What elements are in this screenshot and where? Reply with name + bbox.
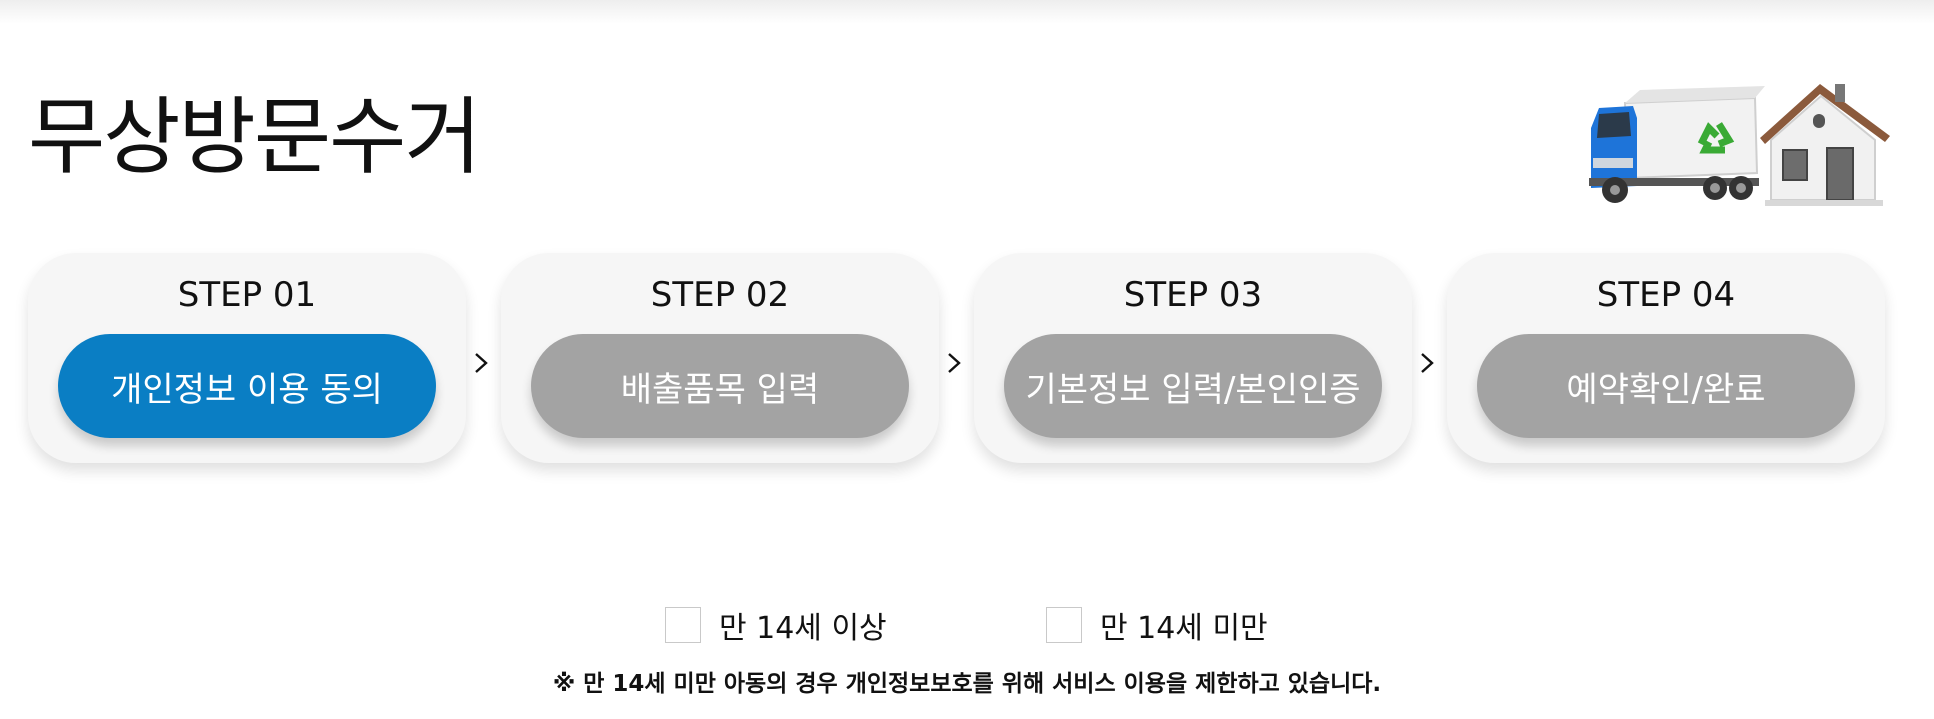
top-shadow-bar [0,0,1934,24]
step-card-01: STEP 01 개인정보 이용 동의 [28,253,466,463]
chevron-right-icon [948,353,961,373]
step-card-02: STEP 02 배출품목 입력 [501,253,939,463]
age-under-14-option[interactable]: 만 14세 미만 [1046,600,1268,650]
age-restriction-notice: ※ 만 14세 미만 아동의 경우 개인정보보호를 위해 서비스 이용을 제한하… [552,671,1382,697]
step-title: STEP 03 [1123,275,1263,315]
step-card-03: STEP 03 기본정보 입력/본인인증 [974,253,1412,463]
step-title: STEP 02 [650,275,790,315]
age-under-14-label[interactable]: 만 14세 미만 [1100,603,1268,647]
chevron-right-icon [475,353,488,373]
step-button-privacy-consent[interactable]: 개인정보 이용 동의 [58,334,436,438]
truck-recycle-house-icon [1589,84,1890,206]
step-card-04: STEP 04 예약확인/완료 [1447,253,1885,463]
step-title: STEP 01 [177,275,317,315]
step-button-basic-info-verification[interactable]: 기본정보 입력/본인인증 [1004,334,1382,438]
chevron-right-icon [1421,353,1434,373]
step-button-confirm-complete[interactable]: 예약확인/완료 [1477,334,1855,438]
step-title: STEP 04 [1596,275,1736,315]
age-over-14-label[interactable]: 만 14세 이상 [719,603,887,647]
age-over-14-option[interactable]: 만 14세 이상 [665,600,887,650]
step-button-item-input[interactable]: 배출품목 입력 [531,334,909,438]
page-title: 무상방문수거 [28,88,482,186]
age-over-14-checkbox[interactable] [665,607,701,643]
age-under-14-checkbox[interactable] [1046,607,1082,643]
